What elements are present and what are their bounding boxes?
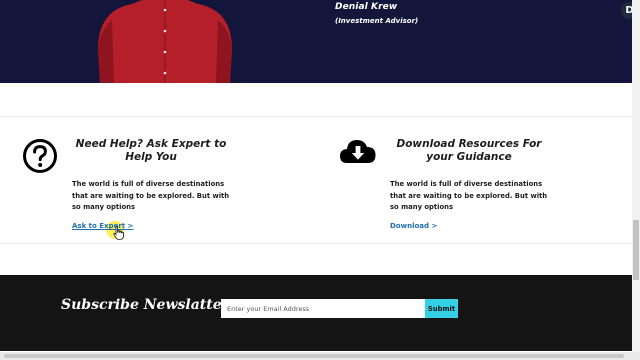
help-card-title: Need Help? Ask Expert to Help You (66, 138, 236, 164)
section-divider-top (0, 116, 632, 117)
advisor-photo (98, 0, 232, 83)
download-text-line3: so many options (390, 203, 454, 211)
question-circle-icon (23, 139, 57, 173)
help-text-line2: that are waiting to be explored. But wit… (72, 191, 230, 200)
subscribe-title: Subscribe Newslatter (61, 297, 229, 313)
download-title-line1: Download Resources For (396, 138, 542, 150)
help-title-line1: Need Help? Ask Expert to (75, 138, 227, 150)
help-title-line2: Help You (125, 151, 177, 163)
page: Denial Krew (Investment Advisor) D Need … (0, 0, 640, 360)
help-text-line3: so many options (72, 203, 136, 211)
subscribe-footer: Subscribe Newslatter Submit (0, 275, 632, 351)
download-text-line2: that are waiting to be explored. But wit… (390, 191, 548, 200)
extension-badge-icon[interactable]: D (621, 2, 632, 19)
cloud-download-icon (340, 140, 376, 163)
vertical-scrollbar-thumb[interactable] (633, 220, 639, 280)
horizontal-scrollbar-thumb[interactable] (4, 354, 624, 358)
download-title-line2: your Guidance (426, 151, 512, 163)
help-text-line1: The world is full of diverse destination… (72, 180, 225, 188)
download-card-text: The world is full of diverse destination… (390, 179, 560, 214)
email-field[interactable] (221, 299, 425, 318)
download-text-line1: The world is full of diverse destination… (390, 180, 543, 188)
advisor-role: (Investment Advisor) (335, 17, 419, 25)
vertical-scrollbar[interactable] (632, 0, 640, 352)
hand-cursor-icon (113, 226, 124, 240)
submit-button[interactable]: Submit (425, 299, 458, 318)
help-card-text: The world is full of diverse destination… (72, 179, 242, 214)
section-divider-bottom (0, 243, 632, 244)
horizontal-scrollbar[interactable] (0, 352, 640, 360)
advisor-name: Denial Krew (335, 2, 398, 12)
download-link[interactable]: Download > (390, 222, 437, 230)
advisor-hero: Denial Krew (Investment Advisor) D (0, 0, 632, 83)
download-card-title: Download Resources For your Guidance (384, 138, 554, 164)
